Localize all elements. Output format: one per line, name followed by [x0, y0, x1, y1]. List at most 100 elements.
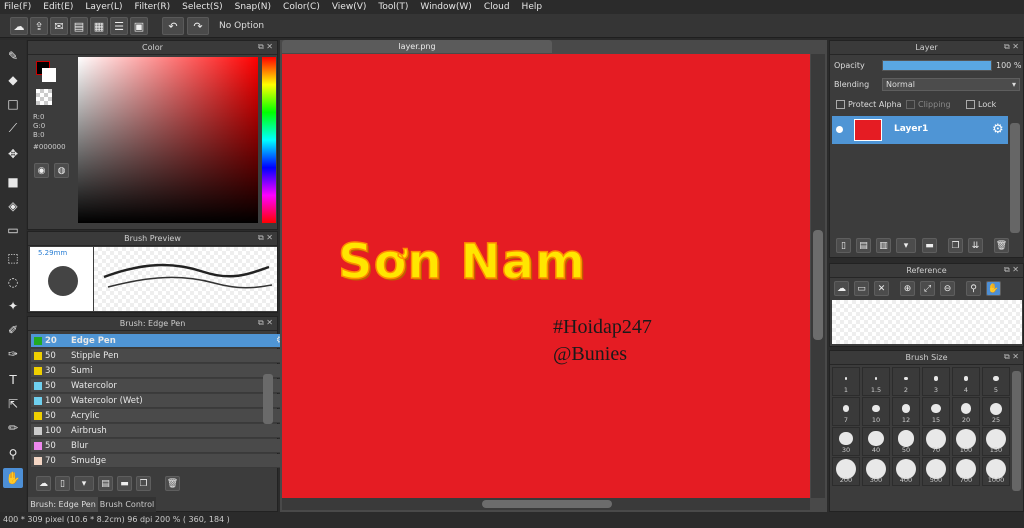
new-8bit-layer-icon[interactable]: ▥ [876, 238, 891, 253]
eyedropper-icon[interactable]: ⚲ [966, 281, 981, 296]
reference-view[interactable] [832, 300, 1022, 344]
line-tool-icon[interactable]: ⟋ [3, 118, 23, 138]
fill-rect-tool-icon[interactable]: ■ [3, 172, 23, 192]
clipping-checkbox[interactable] [906, 100, 915, 109]
gradient-tool-icon[interactable]: ▭ [3, 220, 23, 240]
layer-settings-gear-icon[interactable]: ⚙ [992, 122, 1004, 137]
brush-size-scrollbar[interactable] [1012, 371, 1021, 491]
vertical-scroll-thumb[interactable] [813, 230, 823, 340]
cloud-icon[interactable]: ☁ [10, 17, 28, 35]
brush-size-cell[interactable]: 4 [952, 367, 980, 396]
brush-item[interactable]: 50 Acrylic [31, 409, 289, 423]
horizontal-scroll-thumb[interactable] [482, 500, 612, 508]
menu-item-11[interactable]: Help [522, 2, 543, 12]
panel-window-icon[interactable]: ⧉ ✕ [258, 318, 273, 328]
cloud-icon[interactable]: ☁ [834, 281, 849, 296]
select-pen-tool-icon[interactable]: ✐ [3, 320, 23, 340]
zoom-in-icon[interactable]: ⊕ [900, 281, 915, 296]
hand-tool-icon[interactable]: ✋ [3, 468, 23, 488]
menu-item-10[interactable]: Cloud [484, 2, 510, 12]
open-folder-icon[interactable]: ▭ [854, 281, 869, 296]
brush-size-cell[interactable]: 1000 [982, 457, 1010, 486]
brush-size-cell[interactable]: 70 [922, 427, 950, 456]
brush-tool-icon[interactable]: ✎ [3, 46, 23, 66]
visibility-icon[interactable] [836, 126, 843, 133]
saturation-value-picker[interactable] [78, 57, 258, 223]
select-tool-icon[interactable]: ⬚ [3, 248, 23, 268]
select-eraser-tool-icon[interactable]: ✑ [3, 344, 23, 364]
transparent-color-swatch[interactable] [36, 89, 52, 105]
lock-checkbox[interactable] [966, 100, 975, 109]
divide-tool-icon[interactable]: ✏ [3, 418, 23, 438]
zoom-out-icon[interactable]: ⊖ [940, 281, 955, 296]
protect-alpha-checkbox[interactable] [836, 100, 845, 109]
brush-size-cell[interactable]: 15 [922, 397, 950, 426]
brush-menu-icon[interactable]: ▾ [74, 476, 94, 491]
rect-tool-icon[interactable]: □ [3, 94, 23, 114]
brush-size-cell[interactable]: 2 [892, 367, 920, 396]
brush-item[interactable]: 30 Sumi [31, 364, 289, 378]
brush-size-cell[interactable]: 700 [952, 457, 980, 486]
grid-icon[interactable]: ▣ [130, 17, 148, 35]
upload-icon[interactable]: ⇪ [30, 17, 48, 35]
canvas[interactable]: Sơn Nam #Hoidap247 @Bunies [282, 54, 810, 498]
brush-item[interactable]: 50 Blur [31, 439, 289, 453]
merge-layer-icon[interactable]: ⇊ [968, 238, 983, 253]
text-tool-icon[interactable]: T [3, 370, 23, 390]
panel-window-icon[interactable]: ⧉ ✕ [1004, 352, 1019, 362]
redo-icon[interactable]: ↷ [187, 17, 209, 35]
doc-icon[interactable]: ▦ [90, 17, 108, 35]
duplicate-layer-icon[interactable]: ❐ [948, 238, 963, 253]
background-color-swatch[interactable] [42, 68, 56, 82]
tab-brush-control[interactable]: Brush Control [98, 497, 156, 512]
brush-doc-icon[interactable]: ▤ [98, 476, 113, 491]
brush-size-cell[interactable]: 20 [952, 397, 980, 426]
lasso-tool-icon[interactable]: ◌ [3, 272, 23, 292]
vertical-scrollbar[interactable] [811, 54, 825, 498]
brush-size-cell[interactable]: 150 [982, 427, 1010, 456]
brush-folder-icon[interactable]: ▬ [117, 476, 132, 491]
brush-size-cell[interactable]: 50 [892, 427, 920, 456]
bucket-tool-icon[interactable]: ◈ [3, 196, 23, 216]
fit-icon[interactable]: ⤢ [920, 281, 935, 296]
blending-select[interactable]: Normal ▾ [882, 78, 1020, 91]
brush-size-cell[interactable]: 25 [982, 397, 1010, 426]
panel-window-icon[interactable]: ⧉ ✕ [258, 233, 273, 243]
brush-item[interactable]: 100 Airbrush [31, 424, 289, 438]
operation-tool-icon[interactable]: ⇱ [3, 394, 23, 414]
new-halftone-layer-icon[interactable]: ▤ [856, 238, 871, 253]
menu-item-2[interactable]: Layer(L) [85, 2, 122, 12]
brush-size-cell[interactable]: 40 [862, 427, 890, 456]
brush-size-cell[interactable]: 1.5 [862, 367, 890, 396]
menu-item-0[interactable]: File(F) [4, 2, 31, 12]
brush-size-cell[interactable]: 12 [892, 397, 920, 426]
document-tab[interactable]: layer.png [282, 40, 552, 53]
brush-size-cell[interactable]: 5 [982, 367, 1010, 396]
undo-icon[interactable]: ↶ [162, 17, 184, 35]
new-brush-icon[interactable]: ▯ [55, 476, 70, 491]
menu-item-7[interactable]: View(V) [332, 2, 367, 12]
layer-list-scrollbar[interactable] [1010, 123, 1020, 233]
wand-tool-icon[interactable]: ✦ [3, 296, 23, 316]
chat-icon[interactable]: ▤ [70, 17, 88, 35]
add-brush-icon[interactable]: ☁ [36, 476, 51, 491]
eraser-tool-icon[interactable]: ◆ [3, 70, 23, 90]
brush-item[interactable]: 50 Stipple Pen [31, 349, 289, 363]
brush-size-cell[interactable]: 400 [892, 457, 920, 486]
add-layer-menu-icon[interactable]: ▾ [896, 238, 916, 253]
brush-list-scrollbar[interactable] [263, 374, 273, 424]
hand-icon[interactable]: ✋ [986, 281, 1001, 296]
move-tool-icon[interactable]: ✥ [3, 144, 23, 164]
list-icon[interactable]: ☰ [110, 17, 128, 35]
brush-item[interactable]: 50 Watercolor [31, 379, 289, 393]
brush-item[interactable]: 100 Watercolor (Wet) [31, 394, 289, 408]
close-icon[interactable]: ✕ [874, 281, 889, 296]
brush-size-cell[interactable]: 3 [922, 367, 950, 396]
brush-size-cell[interactable]: 7 [832, 397, 860, 426]
tab-brush[interactable]: Brush: Edge Pen [28, 497, 98, 512]
brush-size-cell[interactable]: 300 [862, 457, 890, 486]
menu-item-5[interactable]: Snap(N) [235, 2, 271, 12]
brush-item[interactable]: 20Edge Pen⚙ [31, 334, 289, 348]
menu-item-1[interactable]: Edit(E) [43, 2, 73, 12]
comment-icon[interactable]: ✉ [50, 17, 68, 35]
